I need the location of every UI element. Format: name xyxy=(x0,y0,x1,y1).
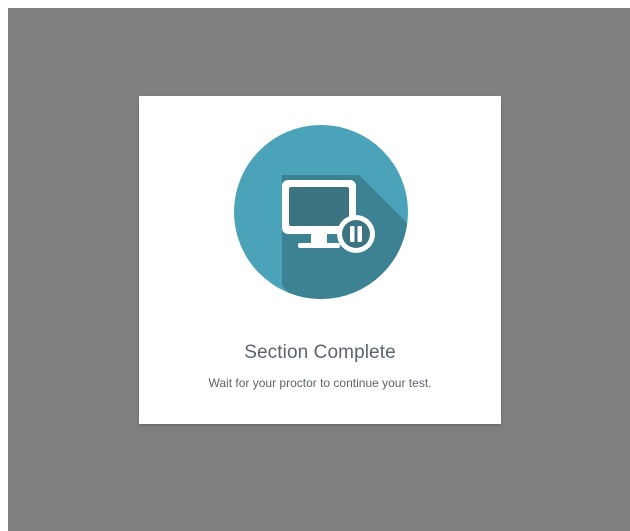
pause-icon xyxy=(337,215,375,253)
dialog-message: Wait for your proctor to continue your t… xyxy=(208,376,432,390)
section-complete-dialog: Section Complete Wait for your proctor t… xyxy=(139,96,501,424)
monitor-paused-icon xyxy=(234,125,408,299)
dialog-title: Section Complete xyxy=(244,342,396,363)
